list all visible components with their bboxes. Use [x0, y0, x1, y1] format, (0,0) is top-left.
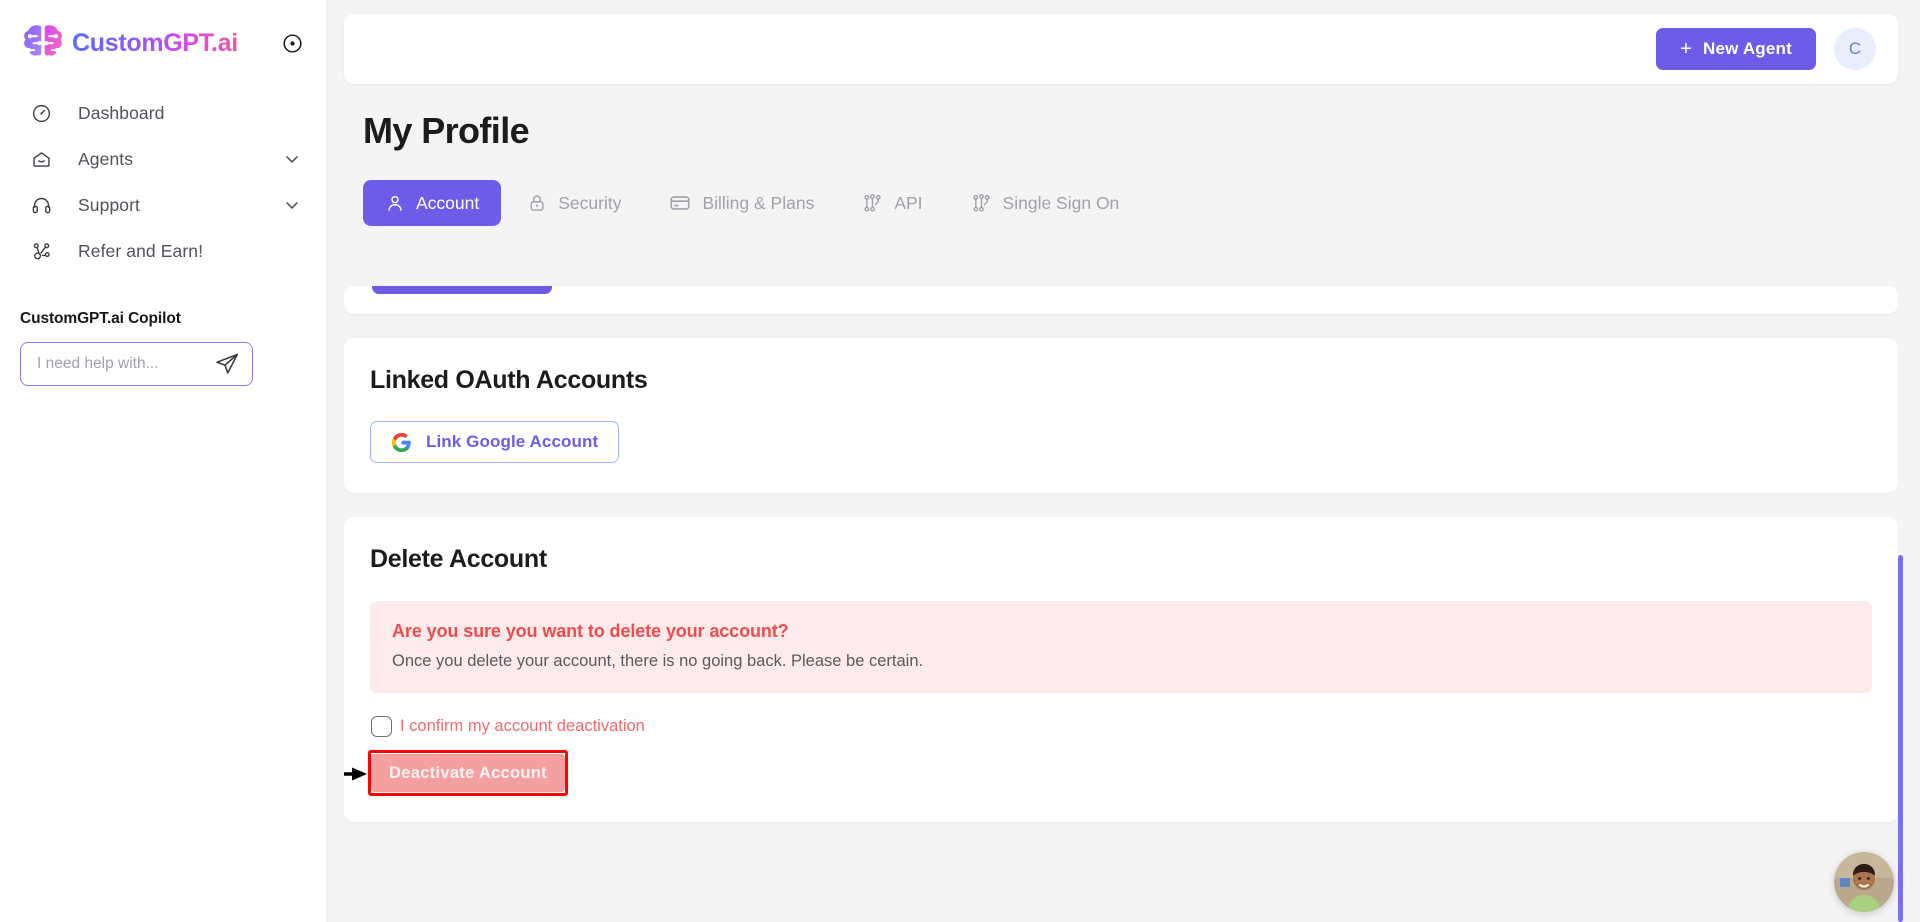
tab-label: Security: [558, 192, 622, 213]
chat-support-widget-avatar[interactable]: [1834, 852, 1894, 912]
avatar[interactable]: C: [1834, 28, 1876, 70]
page-title: My Profile: [363, 110, 530, 151]
confirm-deactivation-row: I confirm my account deactivation: [371, 716, 1872, 737]
sidebar-item-label: Support: [78, 194, 140, 215]
clipped-primary-button[interactable]: [372, 286, 552, 294]
plus-icon: +: [1680, 38, 1692, 60]
brain-logo-icon: [24, 25, 62, 56]
nodes-icon: [971, 193, 992, 214]
annotation-arrow-icon: [344, 767, 367, 781]
sidebar-item-agents[interactable]: Agents: [0, 136, 326, 182]
new-agent-label: New Agent: [1702, 39, 1792, 58]
support-agent-photo: [1834, 852, 1894, 912]
sidebar-nav: Dashboard Agents Support Refer and Earn!: [0, 90, 326, 274]
settings-scroll-area[interactable]: Linked OAuth Accounts Link Google Accoun…: [344, 286, 1898, 922]
sidebar-item-label: Dashboard: [78, 102, 165, 123]
brand-row: CustomGPT.ai: [0, 0, 326, 68]
vertical-scrollbar[interactable]: [1898, 555, 1903, 922]
credit-card-icon: [669, 192, 691, 214]
delete-warning-title: Are you sure you want to delete your acc…: [392, 621, 789, 641]
user-icon: [385, 193, 405, 213]
sidebar-item-label: Agents: [78, 148, 134, 169]
delete-warning-body: Once you delete your account, there is n…: [392, 652, 924, 670]
copilot-section: CustomGPT.ai Copilot: [0, 310, 326, 386]
dashboard-icon: [30, 102, 52, 124]
agents-home-icon: [30, 148, 52, 170]
tab-label: Single Sign On: [1002, 192, 1120, 213]
brand-name: CustomGPT.ai: [72, 28, 238, 57]
app-root: CustomGPT.ai Dashboard Agents Support Re…: [0, 0, 1920, 922]
deactivate-account-label: Deactivate Account: [389, 763, 547, 782]
confirm-deactivation-label[interactable]: I confirm my account deactivation: [400, 717, 645, 736]
delete-warning-banner: Are you sure you want to delete your acc…: [370, 601, 1872, 693]
sidebar: CustomGPT.ai Dashboard Agents Support Re…: [0, 0, 327, 922]
copilot-input-wrapper[interactable]: [20, 342, 253, 386]
top-bar: + New Agent C: [344, 14, 1898, 84]
link-google-account-button[interactable]: Link Google Account: [370, 421, 620, 463]
delete-account-card: Delete Account Are you sure you want to …: [344, 517, 1898, 822]
sidebar-item-refer-and-earn[interactable]: Refer and Earn!: [0, 228, 326, 274]
main-content: + New Agent C My Profile Account Securit…: [327, 0, 1920, 922]
tab-label: API: [894, 192, 923, 213]
linked-oauth-accounts-card: Linked OAuth Accounts Link Google Accoun…: [344, 338, 1898, 493]
deactivate-button-wrapper: Deactivate Account: [344, 750, 568, 796]
tab-label: Account: [416, 192, 480, 213]
tab-label: Billing & Plans: [702, 192, 815, 213]
copilot-search-input[interactable]: [37, 355, 214, 373]
nodes-icon: [862, 193, 883, 214]
sidebar-item-label: Refer and Earn!: [78, 240, 204, 261]
send-plane-icon[interactable]: [214, 351, 240, 377]
profile-tabs: Account Security Billing & Plans API Sin…: [363, 180, 1898, 226]
share-nodes-icon: [30, 240, 52, 262]
tab-security[interactable]: Security: [505, 180, 643, 226]
oauth-section-title: Linked OAuth Accounts: [370, 366, 648, 394]
copilot-title: CustomGPT.ai Copilot: [20, 310, 181, 327]
previous-card-clipped: [344, 286, 1898, 314]
tab-account[interactable]: Account: [363, 180, 502, 226]
link-google-account-label: Link Google Account: [426, 432, 599, 451]
new-agent-button[interactable]: + New Agent: [1656, 28, 1816, 70]
deactivate-account-button[interactable]: Deactivate Account: [371, 754, 565, 792]
google-g-icon: [391, 432, 411, 452]
confirm-deactivation-checkbox[interactable]: [371, 716, 392, 737]
avatar-initial: C: [1848, 39, 1862, 58]
lock-icon: [527, 193, 547, 213]
tab-api[interactable]: API: [840, 180, 944, 226]
chevron-down-icon[interactable]: [282, 149, 302, 169]
headset-icon: [30, 194, 52, 216]
tab-single-sign-on[interactable]: Single Sign On: [949, 180, 1142, 226]
tab-billing-plans[interactable]: Billing & Plans: [647, 180, 836, 226]
chevron-down-icon[interactable]: [282, 195, 302, 215]
sidebar-item-support[interactable]: Support: [0, 182, 326, 228]
sidebar-item-dashboard[interactable]: Dashboard: [0, 90, 326, 136]
delete-account-title: Delete Account: [370, 545, 547, 573]
circle-dot-icon[interactable]: [280, 31, 304, 55]
